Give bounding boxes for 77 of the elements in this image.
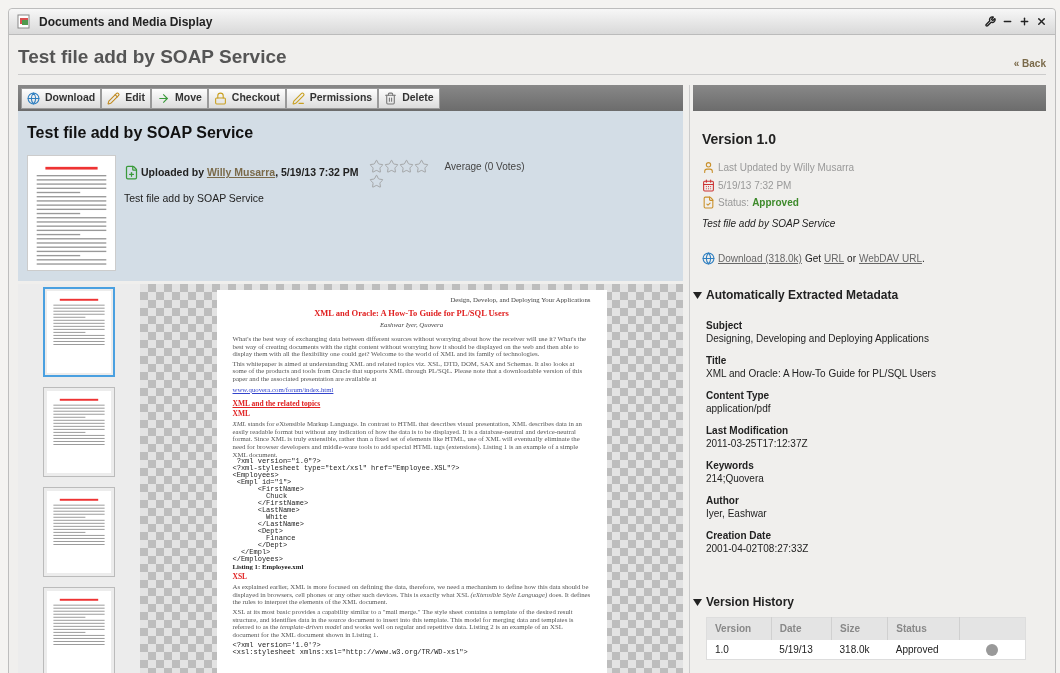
rating-star[interactable] bbox=[368, 159, 384, 174]
pen-icon bbox=[291, 91, 305, 105]
file-description: Test file add by SOAP Service bbox=[124, 191, 265, 206]
collapse-triangle-icon[interactable] bbox=[693, 597, 702, 607]
pencil-icon bbox=[107, 91, 121, 105]
column-header: Size bbox=[831, 617, 888, 640]
section-title[interactable]: Version History bbox=[706, 593, 795, 611]
page-thumbnail[interactable] bbox=[43, 587, 115, 673]
calendar-icon bbox=[702, 179, 715, 192]
last-updated-text: Last Updated by Willy Musarra bbox=[718, 161, 855, 175]
user-icon bbox=[702, 161, 715, 174]
metadata-value: 214;Quovera bbox=[706, 473, 765, 485]
period-text: . bbox=[921, 252, 925, 266]
metadata-label: Author bbox=[706, 495, 740, 507]
toolbar-button[interactable]: Checkout bbox=[207, 87, 286, 109]
toolbar-button[interactable]: Move bbox=[151, 87, 208, 109]
lock-icon bbox=[213, 91, 227, 105]
collapse-triangle-icon[interactable] bbox=[693, 290, 702, 300]
metadata-value: 2011-03-25T17:12:37Z bbox=[706, 438, 809, 450]
table-cell: 1.0 bbox=[706, 639, 772, 660]
status-value: Approved bbox=[752, 196, 799, 210]
toolbar-button[interactable]: Edit bbox=[101, 87, 151, 109]
metadata-value: application/pdf bbox=[706, 403, 772, 415]
file-add-icon bbox=[124, 165, 139, 181]
page-title: Test file add by SOAP Service bbox=[18, 44, 287, 69]
metadata-value: Iyer, Eashwar bbox=[706, 508, 768, 520]
settings-icon[interactable] bbox=[985, 16, 996, 27]
version-description: Test file add by SOAP Service bbox=[702, 217, 837, 231]
page-thumbnail[interactable] bbox=[43, 487, 115, 577]
metadata-value: XML and Oracle: A How-To Guide for PL/SQL Users bbox=[706, 368, 937, 380]
webdav-link[interactable]: WebDAV URL bbox=[859, 251, 922, 266]
arrow-icon bbox=[157, 91, 170, 105]
trash-icon bbox=[384, 91, 398, 105]
document-check-icon bbox=[702, 196, 715, 209]
download-link[interactable]: Download (318.0k) bbox=[718, 251, 802, 266]
maximize-icon[interactable] bbox=[1019, 16, 1030, 27]
rating-star[interactable] bbox=[383, 159, 399, 174]
get-text: Get bbox=[804, 252, 822, 266]
rating-star[interactable] bbox=[398, 159, 414, 174]
column-header: Status bbox=[887, 617, 960, 640]
actions-button[interactable] bbox=[986, 644, 999, 657]
status-label: Status: bbox=[718, 196, 750, 210]
version-title: Version 1.0 bbox=[702, 130, 777, 149]
rating-average: Average (0 Votes) bbox=[444, 160, 525, 174]
window-title: Documents and Media Display bbox=[39, 13, 213, 31]
metadata-label: Title bbox=[706, 355, 728, 367]
or-text: or bbox=[847, 252, 856, 266]
toolbar-button[interactable]: Delete bbox=[378, 87, 440, 109]
rating-star[interactable] bbox=[413, 159, 429, 174]
date-text: 5/19/13 7:32 PM bbox=[718, 179, 792, 193]
table-cell: Approved bbox=[887, 639, 960, 660]
toolbar-button[interactable]: Permissions bbox=[285, 87, 379, 109]
close-icon[interactable] bbox=[1036, 16, 1047, 27]
globe-icon bbox=[27, 91, 40, 105]
section-title[interactable]: Automatically Extracted Metadata bbox=[706, 286, 899, 304]
globe-icon bbox=[702, 252, 715, 265]
document-title: XML and Oracle: A How-To Guide for PL/SQL Users bbox=[313, 308, 510, 319]
url-link[interactable]: URL bbox=[824, 251, 845, 266]
document-media-icon bbox=[17, 14, 31, 29]
metadata-label: Last Modification bbox=[706, 425, 790, 437]
table-cell: 5/19/13 bbox=[771, 639, 832, 660]
metadata-label: Creation Date bbox=[706, 530, 772, 542]
column-header: Version bbox=[706, 617, 772, 640]
metadata-value: 2001-04-02T08:27:33Z bbox=[706, 543, 810, 555]
back-link[interactable]: « Back bbox=[1013, 56, 1046, 71]
metadata-label: Keywords bbox=[706, 460, 755, 472]
column-header: Date bbox=[771, 617, 832, 640]
metadata-label: Subject bbox=[706, 320, 744, 332]
toolbar-button[interactable]: Download bbox=[21, 87, 102, 109]
table-cell: 318.0k bbox=[831, 639, 888, 660]
metadata-value: Designing, Developing and Deploying Applications bbox=[706, 333, 930, 345]
page-thumbnail[interactable] bbox=[43, 387, 115, 477]
rating-star[interactable] bbox=[368, 174, 384, 189]
page-thumbnail[interactable] bbox=[43, 287, 115, 377]
upload-info: Uploaded by Willy Musarra, 5/19/13 7:32 PM bbox=[141, 165, 359, 180]
metadata-label: Content Type bbox=[706, 390, 771, 402]
file-title: Test file add by SOAP Service bbox=[27, 123, 255, 143]
